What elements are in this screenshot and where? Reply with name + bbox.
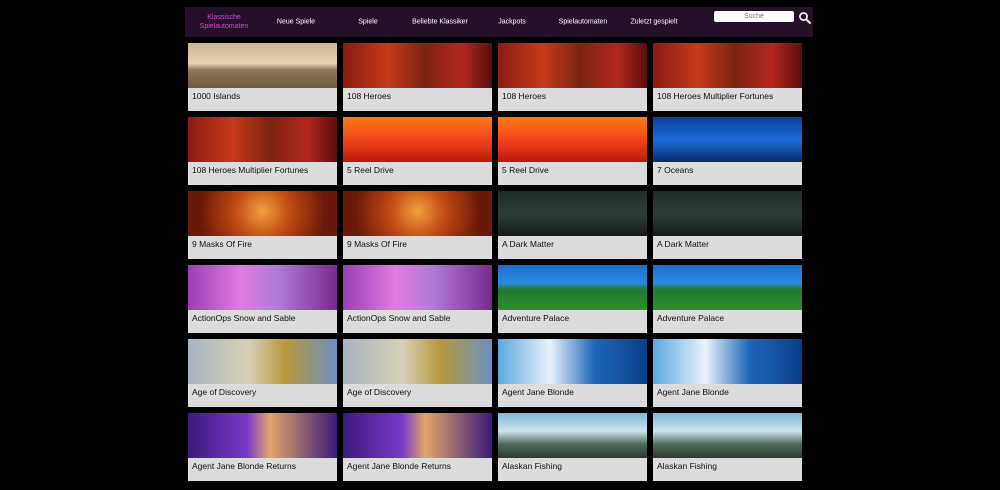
game-title: Alaskan Fishing bbox=[502, 461, 563, 471]
nav-item-spielautomaten[interactable]: Spielautomaten bbox=[559, 18, 608, 27]
game-tile[interactable]: 5 Reel Drive bbox=[498, 117, 647, 185]
game-title: 9 Masks Of Fire bbox=[192, 239, 252, 249]
game-title: 108 Heroes Multiplier Fortunes bbox=[192, 165, 309, 175]
game-thumbnail[interactable] bbox=[188, 339, 337, 384]
game-title: ActionOps Snow and Sable bbox=[347, 313, 451, 323]
game-title: ActionOps Snow and Sable bbox=[192, 313, 296, 323]
game-tile[interactable]: A Dark Matter bbox=[498, 191, 647, 259]
game-thumbnail[interactable] bbox=[343, 413, 492, 458]
game-thumbnail[interactable] bbox=[343, 117, 492, 162]
nav-item-jackpots[interactable]: Jackpots bbox=[498, 18, 526, 27]
game-tile[interactable]: A Dark Matter bbox=[653, 191, 802, 259]
game-title: A Dark Matter bbox=[657, 239, 709, 249]
game-thumbnail[interactable] bbox=[188, 191, 337, 236]
game-title: Agent Jane Blonde Returns bbox=[347, 461, 451, 471]
game-title: 5 Reel Drive bbox=[347, 165, 394, 175]
game-thumbnail[interactable] bbox=[343, 43, 492, 88]
game-tile[interactable]: 5 Reel Drive bbox=[343, 117, 492, 185]
game-tile[interactable]: Adventure Palace bbox=[653, 265, 802, 333]
game-title: Adventure Palace bbox=[502, 313, 570, 323]
game-thumbnail[interactable] bbox=[343, 191, 492, 236]
game-thumbnail[interactable] bbox=[498, 413, 647, 458]
nav-item-klassische-spielautomaten[interactable]: Klassische Spielautomaten bbox=[194, 13, 254, 31]
game-title: A Dark Matter bbox=[502, 239, 554, 249]
game-tile[interactable]: 108 Heroes bbox=[498, 43, 647, 111]
game-title: Agent Jane Blonde bbox=[657, 387, 729, 397]
game-tile[interactable]: Alaskan Fishing bbox=[498, 413, 647, 481]
search-input[interactable] bbox=[714, 11, 794, 22]
game-thumbnail[interactable] bbox=[498, 117, 647, 162]
nav-item-beliebte-klassiker[interactable]: Beliebte Klassiker bbox=[412, 18, 468, 27]
game-tile[interactable]: Agent Jane Blonde bbox=[653, 339, 802, 407]
game-title: Agent Jane Blonde Returns bbox=[192, 461, 296, 471]
game-thumbnail[interactable] bbox=[653, 191, 802, 236]
top-nav-bar: Klassische Spielautomaten Neue Spiele Sp… bbox=[185, 7, 813, 37]
game-thumbnail[interactable] bbox=[498, 43, 647, 88]
game-title: 7 Oceans bbox=[657, 165, 694, 175]
game-title: 108 Heroes Multiplier Fortunes bbox=[657, 91, 774, 101]
game-tile[interactable]: 108 Heroes Multiplier Fortunes bbox=[188, 117, 337, 185]
game-tile[interactable]: ActionOps Snow and Sable bbox=[343, 265, 492, 333]
game-thumbnail[interactable] bbox=[653, 43, 802, 88]
game-tile[interactable]: 7 Oceans bbox=[653, 117, 802, 185]
game-thumbnail[interactable] bbox=[188, 265, 337, 310]
game-thumbnail[interactable] bbox=[498, 265, 647, 310]
game-thumbnail[interactable] bbox=[188, 413, 337, 458]
game-tile[interactable]: Age of Discovery bbox=[343, 339, 492, 407]
game-title: 9 Masks Of Fire bbox=[347, 239, 407, 249]
game-tile[interactable]: Adventure Palace bbox=[498, 265, 647, 333]
game-tile[interactable]: Agent Jane Blonde bbox=[498, 339, 647, 407]
search-icon[interactable] bbox=[798, 11, 812, 25]
game-title: Age of Discovery bbox=[192, 387, 257, 397]
game-thumbnail[interactable] bbox=[498, 191, 647, 236]
game-tile[interactable]: Alaskan Fishing bbox=[653, 413, 802, 481]
game-tile[interactable]: 108 Heroes Multiplier Fortunes bbox=[653, 43, 802, 111]
game-title: Alaskan Fishing bbox=[657, 461, 718, 471]
game-thumbnail[interactable] bbox=[653, 413, 802, 458]
nav-item-neue-spiele[interactable]: Neue Spiele bbox=[277, 18, 315, 27]
game-title: Age of Discovery bbox=[347, 387, 412, 397]
game-tile[interactable]: ActionOps Snow and Sable bbox=[188, 265, 337, 333]
game-thumbnail[interactable] bbox=[188, 43, 337, 88]
nav-item-zuletzt-gespielt[interactable]: Zuletzt gespielt bbox=[630, 18, 677, 27]
game-tile[interactable]: Agent Jane Blonde Returns bbox=[343, 413, 492, 481]
game-tile[interactable]: 108 Heroes bbox=[343, 43, 492, 111]
game-thumbnail[interactable] bbox=[498, 339, 647, 384]
game-tile[interactable]: 9 Masks Of Fire bbox=[188, 191, 337, 259]
game-tile[interactable]: 9 Masks Of Fire bbox=[343, 191, 492, 259]
game-title: 5 Reel Drive bbox=[502, 165, 549, 175]
game-title: Adventure Palace bbox=[657, 313, 725, 323]
game-title: 108 Heroes bbox=[502, 91, 546, 101]
game-title: 108 Heroes bbox=[347, 91, 391, 101]
game-tile[interactable]: Agent Jane Blonde Returns bbox=[188, 413, 337, 481]
game-thumbnail[interactable] bbox=[343, 339, 492, 384]
game-thumbnail[interactable] bbox=[188, 117, 337, 162]
game-thumbnail[interactable] bbox=[653, 117, 802, 162]
game-title: Agent Jane Blonde bbox=[502, 387, 574, 397]
game-tile[interactable]: 1000 Islands bbox=[188, 43, 337, 111]
game-thumbnail[interactable] bbox=[653, 339, 802, 384]
game-tile[interactable]: Age of Discovery bbox=[188, 339, 337, 407]
game-thumbnail[interactable] bbox=[343, 265, 492, 310]
game-thumbnail[interactable] bbox=[653, 265, 802, 310]
game-title: 1000 Islands bbox=[192, 91, 241, 101]
nav-item-spiele[interactable]: Spiele bbox=[358, 18, 377, 27]
